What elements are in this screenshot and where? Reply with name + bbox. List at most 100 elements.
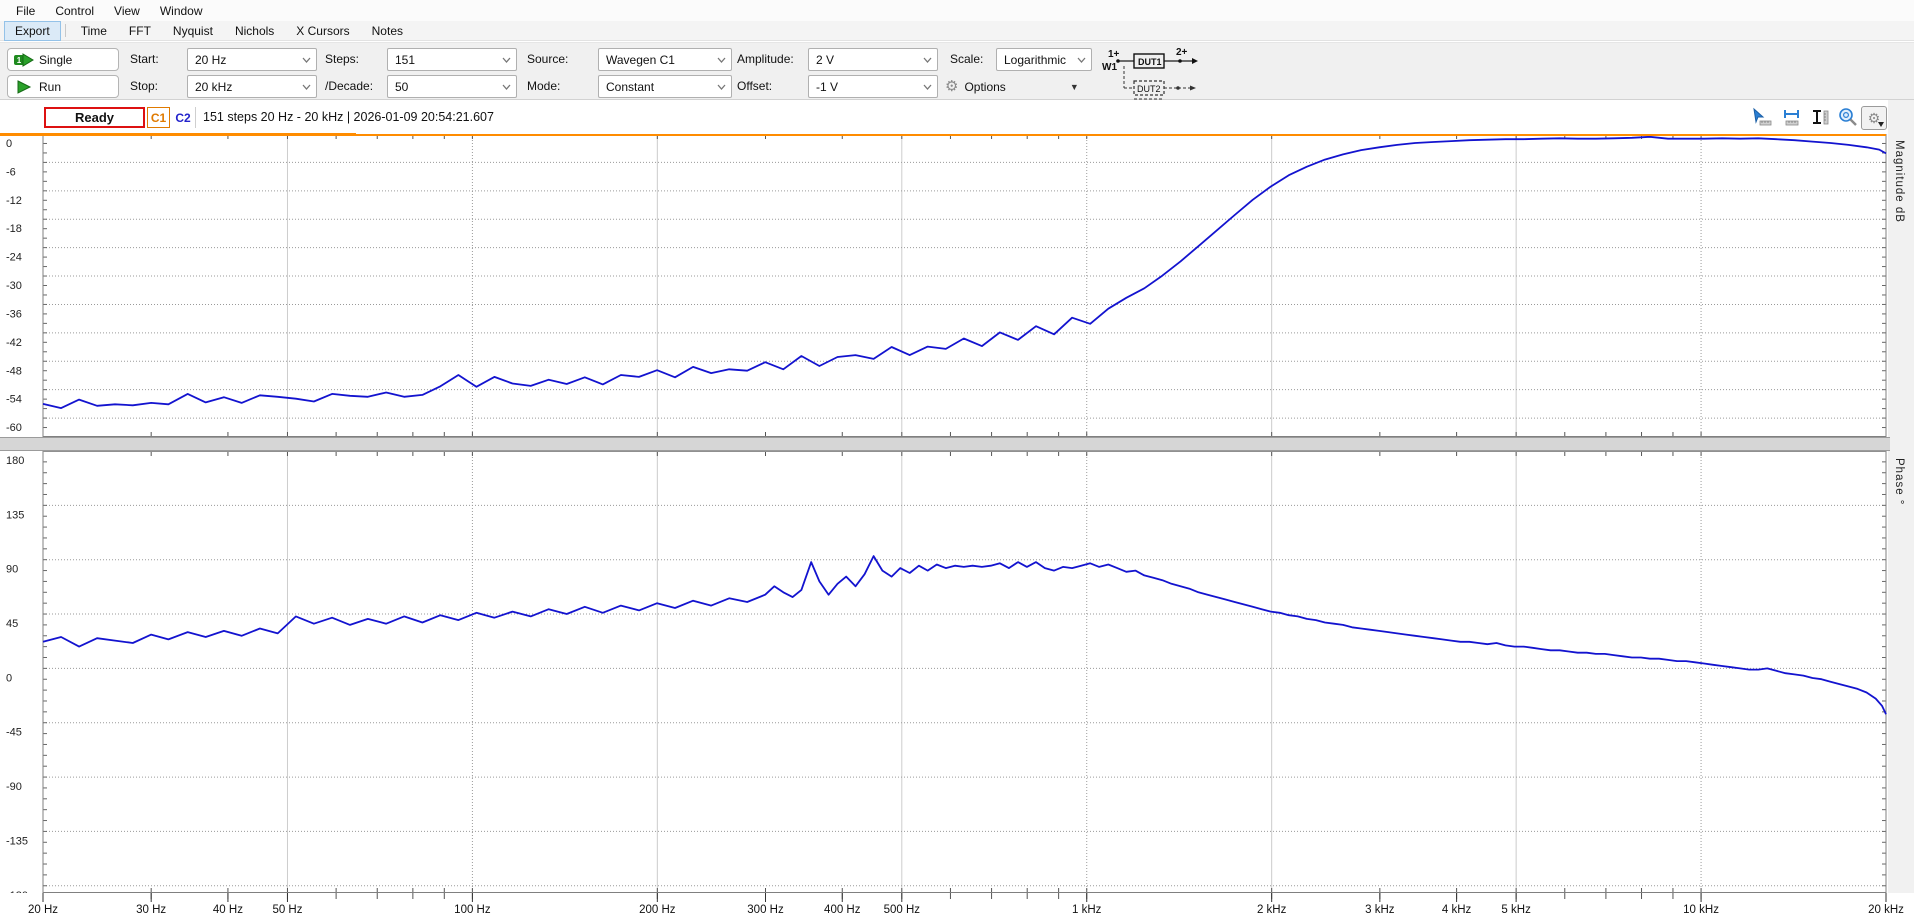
tab-export[interactable]: Export — [4, 21, 61, 41]
zoom-settings-icon[interactable] — [1836, 106, 1860, 128]
phase-axis-title: Phase ° — [1893, 458, 1905, 505]
chevron-down-icon — [923, 84, 932, 90]
channel1-accent-line-thick — [0, 133, 356, 136]
source-combobox[interactable]: Wavegen C1 — [598, 48, 732, 71]
y-tick-label: -60 — [6, 422, 22, 434]
cursor-tool-icon[interactable] — [1750, 106, 1774, 128]
gear-icon: ⚙ — [945, 79, 958, 94]
chevron-down-icon — [302, 57, 311, 63]
run-button[interactable]: Run — [7, 75, 119, 98]
source-label: Source: — [527, 48, 568, 71]
x-tick-label: 2 kHz — [1257, 904, 1287, 915]
magnitude-plot[interactable]: 0-6-12-18-24-30-36-42-48-54-60 — [0, 134, 1914, 437]
phase-curve — [43, 556, 1886, 714]
start-combobox[interactable]: 20 Hz — [187, 48, 317, 71]
menu-control[interactable]: Control — [45, 1, 104, 21]
y-tick-label: -6 — [6, 166, 16, 178]
phase-plot[interactable]: 18013590450-45-90-135-180 — [0, 451, 1914, 893]
steps-label: Steps: — [325, 48, 359, 71]
magnitude-curve — [43, 137, 1886, 408]
mode-combobox[interactable]: Constant — [598, 75, 732, 98]
menu-bar: File Control View Window — [0, 0, 1914, 21]
stop-label: Stop: — [130, 75, 158, 98]
scale-label: Scale: — [950, 48, 983, 71]
scale-combobox[interactable]: Logarithmic — [996, 48, 1092, 71]
amplitude-label: Amplitude: — [737, 48, 794, 71]
stop-combobox[interactable]: 20 kHz — [187, 75, 317, 98]
x-tick-label: 100 Hz — [454, 904, 491, 915]
start-value: 20 Hz — [195, 53, 226, 67]
channel2-toggle[interactable]: C2 — [171, 107, 196, 128]
y-tick-label: -48 — [6, 365, 22, 377]
magnitude-axis-title: Magnitude dB — [1893, 140, 1905, 223]
dut-input-label: 1+ — [1108, 49, 1120, 60]
y-tick-label: -30 — [6, 280, 22, 292]
single-button[interactable]: 1 Single — [7, 48, 119, 71]
plot-splitter-handle[interactable] — [0, 437, 1890, 451]
y-tick-label: 90 — [6, 564, 18, 576]
decade-combobox[interactable]: 50 — [387, 75, 517, 98]
x-tick-label: 20 Hz — [28, 904, 58, 915]
y-tick-label: 135 — [6, 509, 24, 521]
tab-time[interactable]: Time — [70, 21, 118, 41]
options-button[interactable]: ⚙ Options ▼ — [945, 75, 1079, 98]
plot-settings-button[interactable]: ⚙ — [1861, 106, 1887, 130]
x-tick-label: 200 Hz — [639, 904, 676, 915]
tab-nyquist[interactable]: Nyquist — [162, 21, 224, 41]
x-tick-label: 10 kHz — [1683, 904, 1719, 915]
dut2-label: DUT2 — [1137, 84, 1161, 94]
mode-value: Constant — [606, 80, 654, 94]
y-tick-label: -45 — [6, 727, 22, 739]
chevron-down-icon — [717, 57, 726, 63]
steps-value: 151 — [395, 53, 415, 67]
status-text: Ready — [75, 110, 114, 125]
y-tick-label: -90 — [6, 781, 22, 793]
tab-notes[interactable]: Notes — [361, 21, 414, 41]
stop-value: 20 kHz — [195, 80, 232, 94]
x-tick-label: 50 Hz — [272, 904, 302, 915]
chevron-down-icon — [717, 84, 726, 90]
x-tick-label: 400 Hz — [824, 904, 861, 915]
single-button-label: Single — [39, 53, 72, 67]
offset-label: Offset: — [737, 75, 772, 98]
chevron-down-icon — [302, 84, 311, 90]
dut1-label: DUT1 — [1138, 57, 1162, 67]
menu-view[interactable]: View — [104, 1, 150, 21]
vertical-ruler-icon[interactable] — [1808, 106, 1832, 128]
amplitude-combobox[interactable]: 2 V — [808, 48, 938, 71]
options-dropdown-arrow-icon: ▼ — [1070, 82, 1079, 92]
x-tick-label: 300 Hz — [747, 904, 784, 915]
steps-combobox[interactable]: 151 — [387, 48, 517, 71]
chevron-down-icon — [1077, 57, 1086, 63]
x-tick-label: 500 Hz — [884, 904, 921, 915]
svg-text:1: 1 — [17, 56, 22, 65]
chevron-down-icon — [502, 84, 511, 90]
tab-nichols[interactable]: Nichols — [224, 21, 285, 41]
menu-window[interactable]: Window — [150, 1, 213, 21]
options-label: Options — [964, 80, 1005, 94]
tab-fft[interactable]: FFT — [118, 21, 162, 41]
y-tick-label: 45 — [6, 618, 18, 630]
channel1-toggle[interactable]: C1 — [147, 107, 170, 128]
y-tick-label: -12 — [6, 195, 22, 207]
x-tick-label: 5 kHz — [1501, 904, 1531, 915]
start-label: Start: — [130, 48, 159, 71]
menu-file[interactable]: File — [6, 1, 45, 21]
y-tick-label: 0 — [6, 672, 12, 684]
x-tick-label: 20 kHz — [1868, 904, 1904, 915]
decade-value: 50 — [395, 80, 408, 94]
waveforms-network-analyzer-window: { "menu": { "items": ["File", "Control",… — [0, 0, 1914, 915]
dut-output-label: 2+ — [1176, 47, 1188, 58]
status-bar: Ready C1 C2 151 steps 20 Hz - 20 kHz | 2… — [0, 100, 1914, 134]
tab-x-cursors[interactable]: X Cursors — [285, 21, 360, 41]
x-tick-label: 30 Hz — [136, 904, 166, 915]
chevron-down-icon — [923, 57, 932, 63]
y-tick-label: -36 — [6, 308, 22, 320]
source-value: Wavegen C1 — [606, 53, 675, 67]
y-tick-label: 0 — [6, 138, 12, 150]
single-play-icon: 1 — [14, 53, 34, 67]
view-tab-bar: Export Time FFT Nyquist Nichols X Cursor… — [0, 21, 1914, 41]
offset-combobox[interactable]: -1 V — [808, 75, 938, 98]
run-button-label: Run — [39, 80, 61, 94]
horizontal-ruler-icon[interactable] — [1780, 106, 1804, 128]
